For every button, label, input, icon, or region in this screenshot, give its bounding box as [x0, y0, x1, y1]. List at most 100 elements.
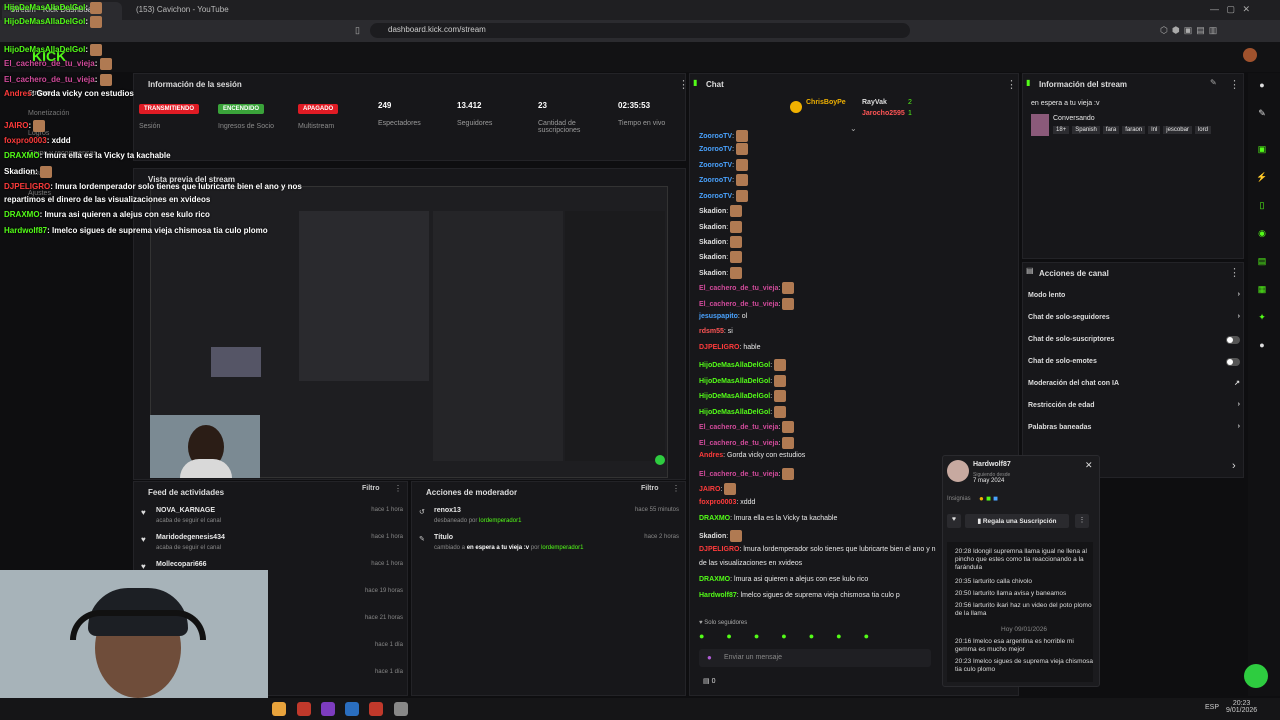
chat-message[interactable]: El_cachero_de_tu_vieja:: [699, 298, 795, 310]
chat-username[interactable]: ZoorooTV: [699, 133, 732, 140]
chat-username[interactable]: ZoorooTV: [699, 162, 732, 169]
chat-message[interactable]: HijoDeMasAllaDelGol:: [699, 359, 787, 371]
menu-item-age-restriction[interactable]: Restricción de edad ›: [1028, 401, 1240, 409]
more-icon[interactable]: ⋮: [1229, 78, 1240, 91]
stream-icon[interactable]: ▣: [1256, 144, 1268, 156]
chat-username[interactable]: El_cachero_de_tu_vieja: [699, 301, 778, 308]
chat-message[interactable]: ZoorooTV:: [699, 143, 748, 155]
tag[interactable]: Spanish: [1072, 126, 1100, 134]
more-icon[interactable]: ⋮: [678, 78, 689, 91]
chrome-icon[interactable]: [272, 702, 286, 716]
list-item[interactable]: ♥ NOVA_KARNAGE acaba de seguir el canal hac…: [141, 507, 403, 535]
chat-message[interactable]: DRAXMO: lmura asi quieren a alejus con e…: [699, 576, 868, 583]
list-icon[interactable]: ▦: [1256, 284, 1268, 296]
chat-message[interactable]: Skadion:: [699, 267, 743, 279]
list-item[interactable]: ↺ renox13 desbaneado por lordemperador1 …: [419, 507, 679, 531]
app-icon[interactable]: [297, 702, 311, 716]
chat-message[interactable]: ZoorooTV:: [699, 174, 748, 186]
menu-item-subs-only[interactable]: Chat de solo-suscriptores: [1028, 336, 1240, 344]
chat-username[interactable]: DRAXMO: [699, 576, 730, 583]
chat-message[interactable]: DJPELIGRO: lmura lordemperador solo tien…: [699, 546, 936, 553]
chat-username[interactable]: El_cachero_de_tu_vieja: [699, 424, 778, 431]
chat-username[interactable]: Skadion: [699, 533, 726, 540]
chat-username[interactable]: Skadion: [699, 224, 726, 231]
menu-item-banned-words[interactable]: Palabras baneadas ›: [1028, 423, 1240, 431]
chat-username[interactable]: JAIRO: [699, 486, 720, 493]
tag[interactable]: faraon: [1122, 126, 1146, 134]
url-field[interactable]: dashboard.kick.com/stream: [370, 23, 910, 38]
mod-filter-button[interactable]: Filtro: [641, 485, 659, 492]
menu-item-followers-only[interactable]: Chat de solo-seguidores ›: [1028, 313, 1240, 321]
chat-message[interactable]: Andres: Gorda vicky con estudios: [699, 452, 805, 459]
chat-username[interactable]: Skadion: [699, 208, 726, 215]
chat-bubble-icon[interactable]: ◉: [1256, 228, 1268, 240]
chat-message[interactable]: JAIRO:: [699, 483, 737, 495]
help-button[interactable]: [1244, 664, 1268, 688]
chat-message[interactable]: HijoDeMasAllaDelGol:: [699, 375, 787, 387]
stream-category[interactable]: Conversando: [1053, 115, 1095, 122]
app-icon[interactable]: [321, 702, 335, 716]
menu-item-ai-moderation[interactable]: Moderación del chat con IA ↗: [1028, 380, 1240, 387]
chat-username[interactable]: DJPELIGRO: [699, 344, 739, 351]
chat-username[interactable]: Andres: [699, 452, 723, 459]
chat-message[interactable]: Skadion:: [699, 530, 743, 542]
emote-picker-icon[interactable]: ●: [707, 653, 712, 662]
chat-message[interactable]: Hardwolf87: lmelco sigues de suprema vie…: [699, 592, 900, 599]
chat-username[interactable]: HijoDeMasAllaDelGol: [699, 393, 770, 400]
chat-username[interactable]: rdsm55: [699, 328, 724, 335]
more-icon[interactable]: ⋮: [1006, 78, 1017, 91]
chat-message[interactable]: El_cachero_de_tu_vieja:: [699, 421, 795, 433]
chat-message[interactable]: foxpro0003: xddd: [699, 499, 755, 506]
feed-filter-button[interactable]: Filtro: [362, 485, 380, 492]
chat-username[interactable]: jesuspapito: [699, 313, 738, 320]
bookmark-icon[interactable]: ▯: [355, 25, 360, 36]
tag[interactable]: lnl: [1148, 126, 1161, 134]
chat-message[interactable]: HijoDeMasAllaDelGol:: [699, 390, 787, 402]
tag[interactable]: fara: [1102, 126, 1120, 134]
tag[interactable]: lord: [1194, 126, 1211, 134]
more-actions-button[interactable]: ⋮: [1075, 514, 1089, 528]
top-user[interactable]: ChrisBoyPe: [806, 99, 846, 106]
more-icon[interactable]: ⋮: [1229, 266, 1240, 279]
follow-button[interactable]: ♥: [947, 514, 961, 528]
tab-youtube[interactable]: (153) Cavichon - YouTube: [128, 2, 258, 20]
extension-icons[interactable]: ⬡⬢▣▤▥: [1160, 25, 1221, 36]
gift-sub-button[interactable]: ▮ Regala una Suscripción: [965, 514, 1069, 528]
chat-message[interactable]: El_cachero_de_tu_vieja:: [699, 437, 795, 449]
chat-input[interactable]: ● Enviar un mensaje: [699, 649, 931, 667]
document-icon[interactable]: ▯: [1256, 200, 1268, 212]
chat-username[interactable]: Skadion: [699, 254, 726, 261]
bolt-icon[interactable]: ⚡: [1256, 172, 1268, 184]
tag[interactable]: 18+: [1053, 126, 1070, 134]
chat-username[interactable]: ZoorooTV: [699, 146, 732, 153]
chat-message[interactable]: Skadion:: [699, 221, 743, 233]
chevron-down-icon[interactable]: ⌄: [850, 124, 857, 133]
toggle-switch[interactable]: [1226, 358, 1240, 366]
more-icon[interactable]: ⋮: [672, 484, 680, 493]
chat-message[interactable]: El_cachero_de_tu_vieja:: [699, 282, 795, 294]
chevron-right-icon[interactable]: ›: [1232, 460, 1236, 472]
chat-username[interactable]: Skadion: [699, 270, 726, 277]
edit-icon[interactable]: ✎: [1256, 108, 1268, 120]
top-user[interactable]: RayVak: [862, 99, 887, 106]
menu-item-slow-mode[interactable]: Modo lento ›: [1028, 291, 1240, 299]
more-icon[interactable]: ⋮: [394, 484, 402, 493]
chat-username[interactable]: El_cachero_de_tu_vieja: [699, 285, 778, 292]
chat-message[interactable]: ZoorooTV:: [699, 130, 748, 142]
chat-message[interactable]: rdsm55: si: [699, 328, 733, 335]
clock[interactable]: 20:23 9/01/2026: [1226, 700, 1257, 714]
toggle-switch[interactable]: [1226, 336, 1240, 344]
tag[interactable]: jescobar: [1163, 126, 1192, 134]
app-icon[interactable]: [369, 702, 383, 716]
chat-username[interactable]: Skadion: [699, 239, 726, 246]
chat-message[interactable]: Skadion:: [699, 205, 743, 217]
window-controls[interactable]: — ▢ ✕: [1210, 4, 1250, 15]
chat-message[interactable]: jesuspapito: ol: [699, 313, 747, 320]
chat-username[interactable]: HijoDeMasAllaDelGol: [699, 409, 770, 416]
chat-username[interactable]: DRAXMO: [699, 515, 730, 522]
chat-username[interactable]: ZoorooTV: [699, 177, 732, 184]
list-item[interactable]: ♥ Maridodegenesis434 acaba de seguir el ca…: [141, 534, 403, 562]
users-icon[interactable]: ●: [1256, 340, 1268, 352]
chat-message[interactable]: ZoorooTV:: [699, 159, 748, 171]
menu-item-emotes-only[interactable]: Chat de solo-emotes: [1028, 358, 1240, 366]
